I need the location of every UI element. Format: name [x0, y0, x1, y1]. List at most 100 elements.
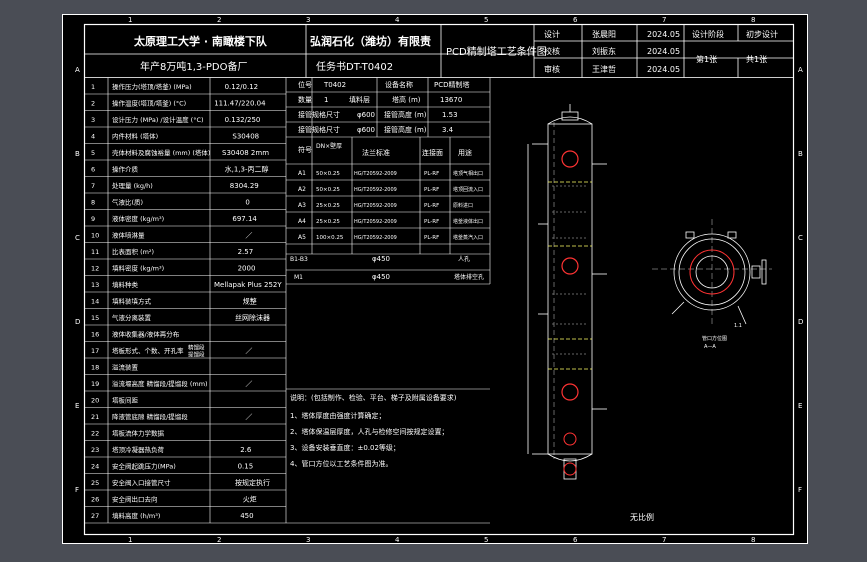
svg-text:M1: M1: [294, 274, 303, 281]
svg-text:D: D: [75, 318, 80, 326]
svg-text:A: A: [798, 66, 803, 74]
task-number: 任务书DT-T0402: [316, 60, 393, 73]
spec-row-value: 按规定执行: [235, 478, 270, 487]
svg-text:校核: 校核: [544, 46, 560, 56]
spec-row-value: 火炬: [243, 496, 257, 504]
spec-row-number: 22: [91, 430, 99, 438]
spec-row-label: 液体密度 (kg/m³): [112, 214, 164, 223]
spec-row-number: 14: [91, 298, 99, 306]
drawing-canvas: A B C D E F A B C D E F 1 2 3 4 5 6 7 8 …: [62, 14, 808, 544]
svg-text:用途: 用途: [458, 148, 472, 157]
svg-text:1: 1: [128, 536, 132, 544]
spec-row-number: 16: [91, 331, 99, 339]
svg-text:2、塔体保温层厚度，人孔与检修空间按规定设置；: 2、塔体保温层厚度，人孔与检修空间按规定设置；: [290, 427, 448, 436]
svg-text:填料层: 填料层: [349, 95, 370, 104]
nozzle-face: PL-RF: [424, 187, 439, 193]
svg-text:A: A: [75, 66, 80, 74]
spec-row-number: 12: [91, 265, 99, 273]
svg-text:2024.05: 2024.05: [647, 65, 680, 74]
nozzle-face: PL-RF: [424, 219, 439, 225]
nozzle-symbol: A3: [298, 202, 306, 209]
stage-value: 初步设计: [746, 29, 778, 39]
spec-row-number: 11: [91, 248, 99, 256]
spec-row-label: 操作温度(塔顶/塔釜) (°C): [112, 99, 186, 108]
svg-text:T0402: T0402: [323, 81, 346, 89]
spec-row-value: Mellapak Plus 252Y: [214, 281, 282, 289]
nozzle-face: PL-RF: [424, 171, 439, 177]
svg-text:7: 7: [662, 16, 666, 24]
nozzle-symbol: A4: [298, 218, 306, 225]
svg-text:1、塔体厚度由强度计算确定；: 1、塔体厚度由强度计算确定；: [290, 411, 385, 420]
spec-row-value: 450: [240, 512, 253, 520]
spec-row-number: 21: [91, 413, 99, 421]
stage-label: 设计阶段: [692, 29, 724, 39]
svg-text:2024.05: 2024.05: [647, 30, 680, 39]
svg-text:1.53: 1.53: [442, 111, 458, 119]
svg-text:张晨阳: 张晨阳: [592, 30, 616, 39]
nozzle-standard: HG/T20592-2009: [354, 171, 397, 177]
svg-text:人孔: 人孔: [458, 255, 470, 263]
svg-text:8: 8: [751, 536, 755, 544]
spec-row-number: 10: [91, 232, 99, 240]
grid-numbers-top: 1 2 3 4 5 6 7 8: [128, 16, 755, 24]
spec-row-label: 塔板流体力学数据: [112, 429, 165, 438]
spec-row-value: 水,1,3-丙二醇: [225, 165, 269, 174]
spec-row-label: 填料装填方式: [112, 297, 152, 306]
nozzle-size: 50×0.25: [316, 187, 340, 193]
svg-text:符号: 符号: [298, 145, 312, 154]
spec-row-number: 27: [91, 512, 99, 520]
notes: 说明：(包括制作、检验、平台、梯子及附属设备要求) 1、塔体厚度由强度计算确定；…: [290, 393, 457, 468]
project-name: 年产8万吨1,3-PDO备厂: [140, 60, 247, 73]
spec-row-number: 19: [91, 380, 99, 388]
nozzle-use: 塔顶气相出口: [453, 170, 483, 177]
nozzle-standard: HG/T20592-2009: [354, 187, 397, 193]
spec-row-label: 气液分离装置: [112, 313, 152, 322]
spec-row-number: 23: [91, 446, 99, 454]
spec-row-label: 填料种类: [112, 280, 139, 289]
spec-row-label: 比表面积 (m²): [112, 247, 154, 256]
svg-text:F: F: [75, 486, 79, 494]
svg-text:说明：(包括制作、检验、平台、梯子及附属设备要求): 说明：(包括制作、检验、平台、梯子及附属设备要求): [290, 393, 457, 402]
nozzle-size: 25×0.25: [316, 203, 340, 209]
spec-row-value: 111.47/220.04: [214, 100, 266, 108]
svg-text:接管规格尺寸: 接管规格尺寸: [298, 110, 340, 119]
spec-row-value: 规整: [243, 297, 257, 306]
spec-row-value: 8304.29: [230, 182, 259, 190]
svg-text:D: D: [798, 318, 803, 326]
grid-numbers-bottom: 1 2 3 4 5 6 7 8: [128, 536, 755, 544]
spec-row-number: 8: [91, 199, 95, 207]
svg-text:φ600: φ600: [357, 126, 375, 134]
spec-row-label: 塔板形式、个数、开孔率: [112, 346, 184, 355]
svg-text:C: C: [75, 234, 80, 242]
svg-text:B1-B3: B1-B3: [290, 256, 308, 263]
spec-row-value: 0: [245, 199, 249, 207]
svg-text:5: 5: [484, 16, 488, 24]
spec-row-value: 0.15: [238, 463, 254, 471]
svg-text:6: 6: [573, 16, 578, 24]
spec-row-value: ／: [245, 232, 252, 240]
spec-row-label: 安全阀入口接管尺寸: [112, 478, 171, 487]
svg-text:接管规格尺寸: 接管规格尺寸: [298, 125, 340, 134]
spec-row-number: 25: [91, 479, 99, 487]
svg-text:塔体排空孔: 塔体排空孔: [454, 273, 484, 281]
spec-row-number: 2: [91, 100, 95, 108]
company-name: 弘润石化（潍坊）有限责: [310, 34, 431, 48]
spec-row-value: S30408: [232, 133, 259, 141]
nozzle-face: PL-RF: [424, 203, 439, 209]
svg-text:4、管口方位以工艺条件图为准。: 4、管口方位以工艺条件图为准。: [290, 459, 392, 468]
section-label: A—A: [704, 344, 716, 350]
svg-text:2024.05: 2024.05: [647, 47, 680, 56]
nozzle-use: 塔顶回流入口: [453, 186, 483, 193]
sheet-number: 第1张: [696, 54, 717, 64]
spec-row-label: 溢流堰高度 精馏段/提馏段 (mm): [112, 379, 208, 388]
svg-text:连接面: 连接面: [422, 148, 443, 157]
svg-text:数量: 数量: [298, 95, 312, 104]
spec-row-value: 0.132/250: [225, 116, 261, 124]
svg-text:3、设备安装垂直度：±0.02等级；: 3、设备安装垂直度：±0.02等级；: [290, 443, 400, 452]
svg-text:φ600: φ600: [357, 111, 375, 119]
spec-row-number: 13: [91, 281, 99, 289]
svg-text:B: B: [798, 150, 803, 158]
nozzle-use: 塔釜蒸汽入口: [453, 234, 483, 241]
svg-text:B: B: [75, 150, 80, 158]
svg-text:3.4: 3.4: [442, 126, 454, 134]
